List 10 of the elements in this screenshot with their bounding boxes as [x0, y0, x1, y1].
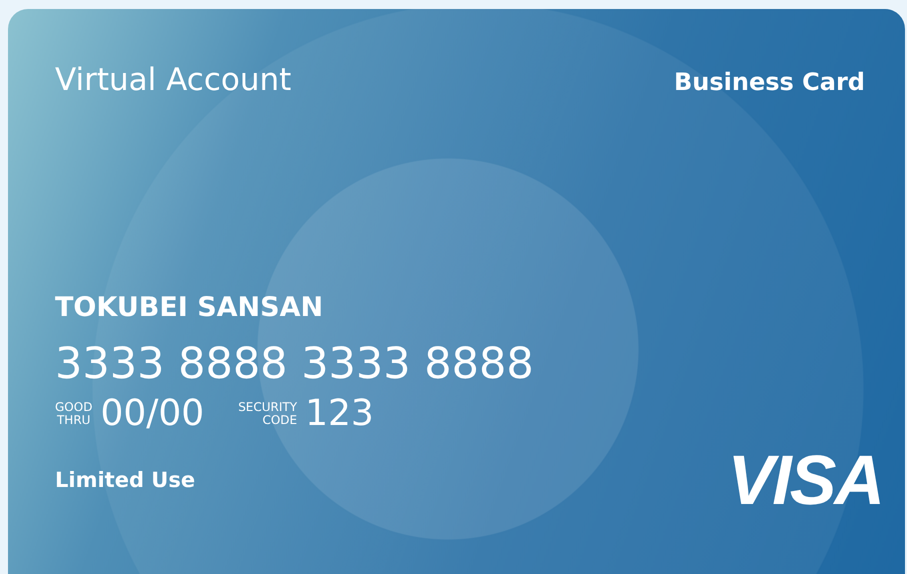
card-title: Virtual Account — [55, 62, 292, 98]
security-code: 123 — [305, 393, 374, 434]
usage-label: Limited Use — [55, 468, 196, 492]
security-code-label: SECURITY CODE — [238, 400, 298, 426]
card-brand-logo: VISA — [728, 440, 883, 520]
expiry-label: GOOD THRU — [55, 400, 92, 426]
cardholder-name: TOKUBEI SANSAN — [55, 292, 324, 323]
expiry-date: 00/00 — [100, 393, 204, 434]
card-type: Business Card — [674, 68, 865, 96]
card-number: 3333 8888 3333 8888 — [55, 339, 535, 389]
